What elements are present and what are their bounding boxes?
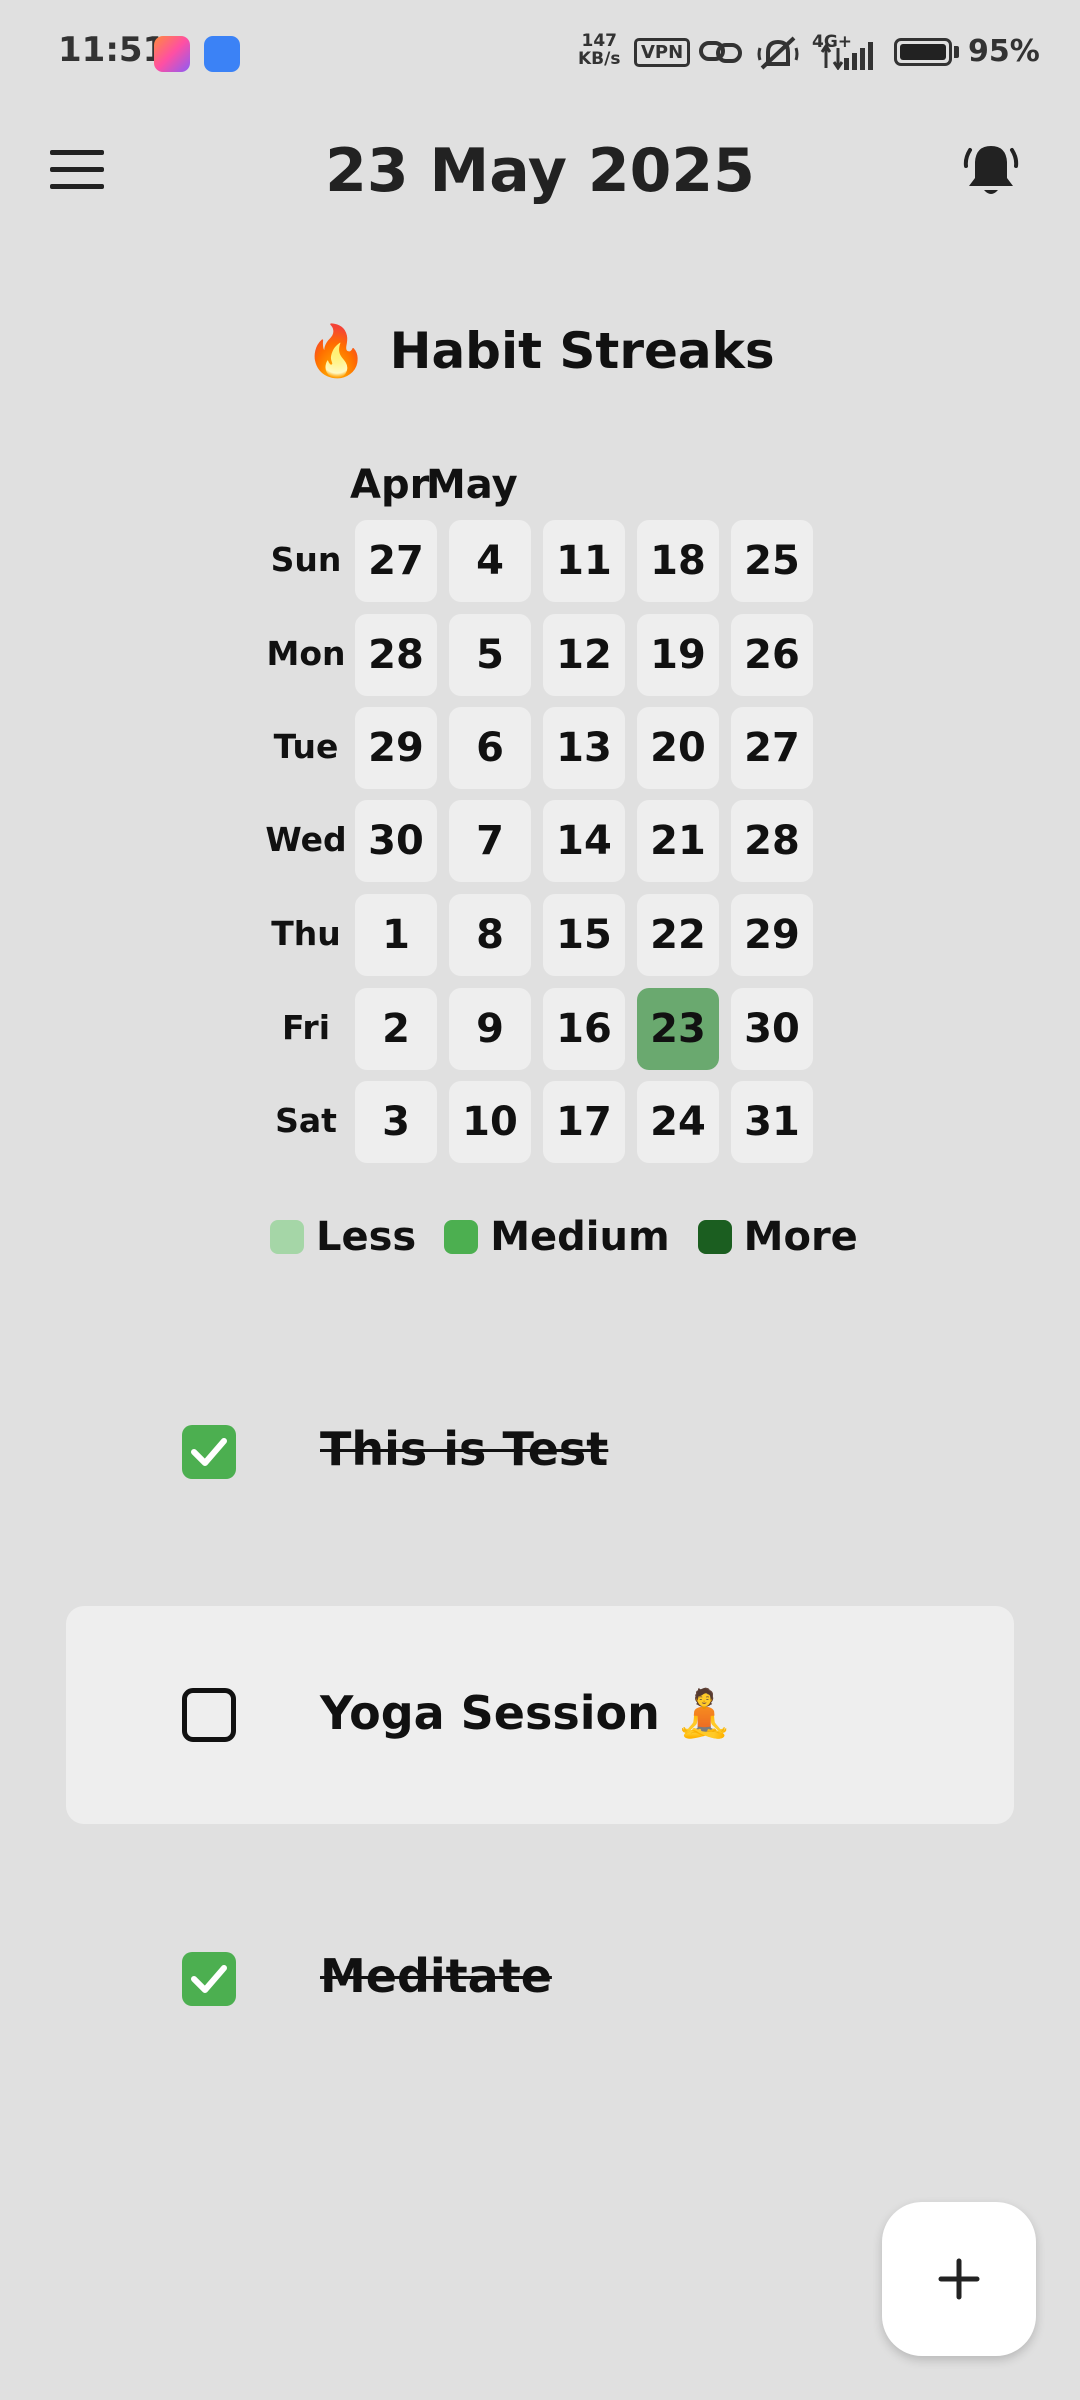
mute-icon xyxy=(757,36,799,70)
calendar-day-cell[interactable]: 25 xyxy=(731,520,813,602)
calendar-day-cell[interactable]: 16 xyxy=(543,988,625,1070)
streaks-title-text: Habit Streaks xyxy=(389,322,775,380)
habit-item[interactable]: Meditate xyxy=(66,1871,1014,2089)
calendar-day-cell[interactable]: 9 xyxy=(449,988,531,1070)
day-label-tue: Tue xyxy=(273,727,339,766)
day-label-sun: Sun xyxy=(270,540,342,579)
checkmark-icon xyxy=(191,1965,227,1993)
habit-checkbox-unchecked[interactable] xyxy=(182,1688,236,1742)
day-label-sat: Sat xyxy=(275,1101,337,1140)
month-label-apr: Apr xyxy=(350,462,430,508)
notification-bell-icon[interactable] xyxy=(962,140,1020,202)
calendar-day-cell[interactable]: 15 xyxy=(543,894,625,976)
calendar-day-cell[interactable]: 3 xyxy=(355,1081,437,1163)
calendar-day-cell[interactable]: 10 xyxy=(449,1081,531,1163)
vpn-icon: VPN xyxy=(634,38,691,67)
calendar-day-cell[interactable]: 19 xyxy=(637,614,719,696)
calendar-day-cell[interactable]: 4 xyxy=(449,520,531,602)
link-icon xyxy=(699,41,742,63)
calendar-day-cell[interactable]: 13 xyxy=(543,707,625,789)
calendar-day-cell[interactable]: 24 xyxy=(637,1081,719,1163)
app-notification-icon xyxy=(154,36,190,72)
habit-label: Yoga Session 🧘 xyxy=(320,1686,734,1740)
calendar-day-cell[interactable]: 30 xyxy=(731,988,813,1070)
status-time: 11:51 xyxy=(58,30,167,70)
calendar-day-cell[interactable]: 18 xyxy=(637,520,719,602)
habit-item[interactable]: This is Test xyxy=(66,1344,1014,1562)
calendar-day-cell[interactable]: 26 xyxy=(731,614,813,696)
day-label-fri: Fri xyxy=(281,1008,331,1047)
month-label-may: May xyxy=(426,462,518,508)
calendar-day-cell[interactable]: 31 xyxy=(731,1081,813,1163)
calendar-day-cell[interactable]: 2 xyxy=(355,988,437,1070)
habit-label: Meditate xyxy=(320,1949,552,2003)
calendar-day-cell[interactable]: 29 xyxy=(731,894,813,976)
calendar-day-cell[interactable]: 5 xyxy=(449,614,531,696)
legend-less: Less xyxy=(270,1214,416,1260)
calendar-day-cell[interactable]: 8 xyxy=(449,894,531,976)
day-label-wed: Wed xyxy=(265,820,347,859)
legend-more-swatch xyxy=(697,1220,732,1254)
habit-checkbox-checked[interactable] xyxy=(182,1952,236,2006)
calendar-day-cell[interactable]: 6 xyxy=(449,707,531,789)
calendar-day-cell[interactable]: 22 xyxy=(637,894,719,976)
page-title: 23 May 2025 xyxy=(325,136,755,206)
calendar-day-cell[interactable]: 14 xyxy=(543,800,625,882)
calendar-day-cell[interactable]: 12 xyxy=(543,614,625,696)
calendar-day-cell[interactable]: 1 xyxy=(355,894,437,976)
calendar-day-cell[interactable]: 11 xyxy=(543,520,625,602)
legend-less-swatch xyxy=(270,1220,304,1254)
calendar-day-cell[interactable]: 27 xyxy=(731,707,813,789)
calendar-day-cell[interactable]: 21 xyxy=(637,800,719,882)
calendar-day-cell[interactable]: 28 xyxy=(731,800,813,882)
calendar-day-cell[interactable]: 29 xyxy=(355,707,437,789)
habit-checkbox-checked[interactable] xyxy=(182,1425,236,1479)
legend-medium-swatch xyxy=(444,1220,479,1254)
streaks-title: 🔥 Habit Streaks xyxy=(0,322,1080,381)
legend-medium: Medium xyxy=(444,1214,670,1260)
habit-label: This is Test xyxy=(320,1422,609,1476)
calendar-day-cell[interactable]: 17 xyxy=(543,1081,625,1163)
habit-item[interactable]: Yoga Session 🧘 xyxy=(66,1606,1014,1824)
calendar-day-cell[interactable]: 28 xyxy=(355,614,437,696)
network-speed: 147 KB/s xyxy=(578,31,621,69)
calendar-day-cell[interactable]: 7 xyxy=(449,800,531,882)
link-app-notification-icon xyxy=(204,36,240,72)
checkmark-icon xyxy=(191,1438,227,1466)
day-label-mon: Mon xyxy=(266,634,346,673)
calendar-day-cell[interactable]: 20 xyxy=(637,707,719,789)
fire-icon: 🔥 xyxy=(305,322,368,380)
calendar-day-cell[interactable]: 30 xyxy=(355,800,437,882)
add-habit-button[interactable] xyxy=(882,2202,1036,2356)
battery-percent: 95% xyxy=(968,34,1040,69)
plus-icon xyxy=(938,2258,980,2300)
day-label-thu: Thu xyxy=(271,914,341,953)
calendar-day-cell[interactable]: 23 xyxy=(637,988,719,1070)
calendar-day-cell[interactable]: 27 xyxy=(355,520,437,602)
streak-legend: Less Medium More xyxy=(270,1214,886,1260)
status-bar: 11:51 147 KB/s VPN 4G+ 95% xyxy=(0,0,1080,108)
legend-more: More xyxy=(697,1214,858,1260)
signal-icon xyxy=(820,42,873,70)
battery-icon xyxy=(894,38,952,66)
